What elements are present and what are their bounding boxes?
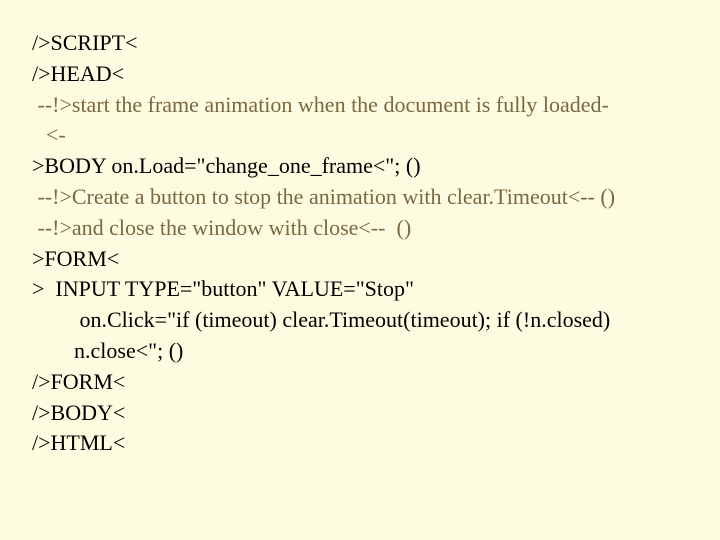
code-slide: />SCRIPT< />HEAD< --!>start the frame an…: [0, 0, 720, 479]
code-line: > INPUT TYPE="button" VALUE="Stop": [32, 274, 700, 305]
comment-line: --!>Create a button to stop the animatio…: [32, 182, 700, 213]
code-line: n.close<"; (): [32, 336, 700, 367]
code-line: />HTML<: [32, 428, 700, 459]
code-line: />SCRIPT<: [32, 28, 700, 59]
code-line: />HEAD<: [32, 59, 700, 90]
comment-line: --!>start the frame animation when the d…: [32, 90, 700, 121]
comment-line: <-: [32, 120, 700, 151]
code-line: />FORM<: [32, 367, 700, 398]
code-line: />BODY<: [32, 398, 700, 429]
code-line: >FORM<: [32, 244, 700, 275]
code-line: on.Click="if (timeout) clear.Timeout(tim…: [32, 305, 700, 336]
code-line: >BODY on.Load="change_one_frame<"; (): [32, 151, 700, 182]
comment-line: --!>and close the window with close<-- (…: [32, 213, 700, 244]
